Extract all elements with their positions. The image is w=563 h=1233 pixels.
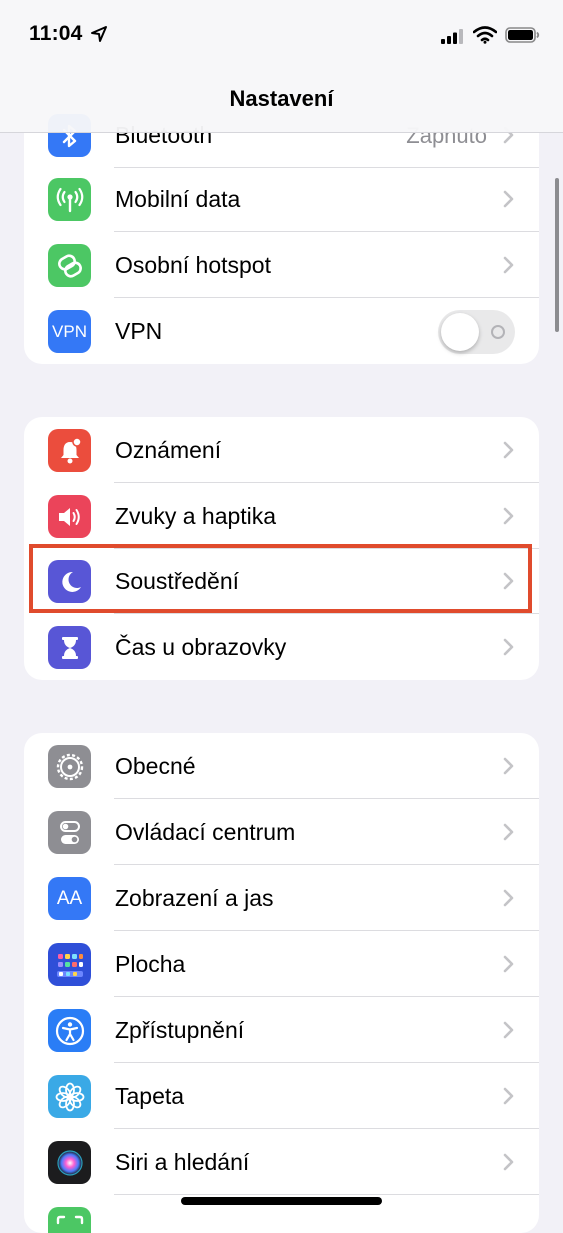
text-size-icon: AA (48, 877, 91, 920)
row-label: Mobilní data (115, 186, 241, 212)
row-label: Tapeta (115, 1083, 185, 1109)
chevron-right-icon (503, 1153, 514, 1171)
gear-icon (48, 745, 91, 788)
chevron-right-icon (503, 507, 514, 525)
status-time: 11:04 (29, 22, 83, 45)
flower-icon (48, 1075, 91, 1118)
row-notifications[interactable]: Oznámení (24, 417, 539, 483)
row-sounds-haptics[interactable]: Zvuky a haptika (24, 483, 539, 549)
row-label: Plocha (115, 951, 186, 977)
navigation-bar: 11:04 Nastavení (0, 0, 563, 133)
chevron-right-icon (503, 757, 514, 775)
home-indicator[interactable] (181, 1197, 382, 1205)
chevron-right-icon (503, 1087, 514, 1105)
chevron-right-icon (503, 823, 514, 841)
vpn-icon: VPN (48, 310, 91, 353)
faceid-icon (48, 1207, 91, 1233)
vpn-toggle[interactable] (438, 310, 515, 354)
chevron-right-icon (503, 1021, 514, 1039)
connectivity-group: Bluetooth Zapnuto Mobilní data Osobní ho… (24, 102, 539, 364)
settings-list: Bluetooth Zapnuto Mobilní data Osobní ho… (0, 0, 563, 1233)
chevron-right-icon (503, 955, 514, 973)
wifi-icon (473, 26, 497, 44)
location-arrow-icon (91, 26, 107, 42)
home-grid-icon (48, 943, 91, 986)
hotspot-chain-icon (48, 244, 91, 287)
row-label: Oznámení (115, 437, 222, 463)
scroll-indicator[interactable] (555, 178, 559, 332)
row-label: Obecné (115, 753, 196, 779)
chevron-right-icon (503, 638, 514, 656)
row-vpn: VPN VPN (24, 298, 539, 364)
row-personal-hotspot[interactable]: Osobní hotspot (24, 232, 539, 298)
row-siri-search[interactable]: Siri a hledání (24, 1129, 539, 1195)
chevron-right-icon (503, 256, 514, 274)
row-general[interactable]: Obecné (24, 733, 539, 799)
row-label: Osobní hotspot (115, 252, 271, 278)
page-title: Nastavení (229, 86, 334, 111)
row-label: Zvuky a haptika (115, 503, 277, 529)
chevron-right-icon (503, 889, 514, 907)
speaker-icon (48, 495, 91, 538)
switches-icon (48, 811, 91, 854)
chevron-right-icon (503, 190, 514, 208)
row-display-brightness[interactable]: AA Zobrazení a jas (24, 865, 539, 931)
row-wallpaper[interactable]: Tapeta (24, 1063, 539, 1129)
general-group: Obecné Ovládací centrum AA Zobrazení a j… (24, 733, 539, 1233)
toggle-knob (441, 313, 479, 351)
chevron-right-icon (503, 441, 514, 459)
row-accessibility[interactable]: Zpřístupnění (24, 997, 539, 1063)
row-control-center[interactable]: Ovládací centrum (24, 799, 539, 865)
row-screen-time[interactable]: Čas u obrazovky (24, 614, 539, 680)
row-label: Zobrazení a jas (115, 885, 274, 911)
bell-badge-icon (48, 429, 91, 472)
row-mobile-data[interactable]: Mobilní data (24, 166, 539, 232)
row-label: Zpřístupnění (115, 1017, 245, 1043)
focus-row-highlight-box (29, 544, 532, 613)
battery-icon (505, 27, 540, 43)
cellular-signal-icon (441, 29, 463, 44)
row-home-screen[interactable]: Plocha (24, 931, 539, 997)
row-label: Siri a hledání (115, 1149, 250, 1175)
row-label: Ovládací centrum (115, 819, 296, 845)
row-label: Čas u obrazovky (115, 634, 287, 660)
hourglass-icon (48, 626, 91, 669)
siri-icon (48, 1141, 91, 1184)
row-label: VPN (115, 318, 163, 344)
toggle-off-indicator (491, 325, 505, 339)
antenna-icon (48, 178, 91, 221)
accessibility-icon (48, 1009, 91, 1052)
